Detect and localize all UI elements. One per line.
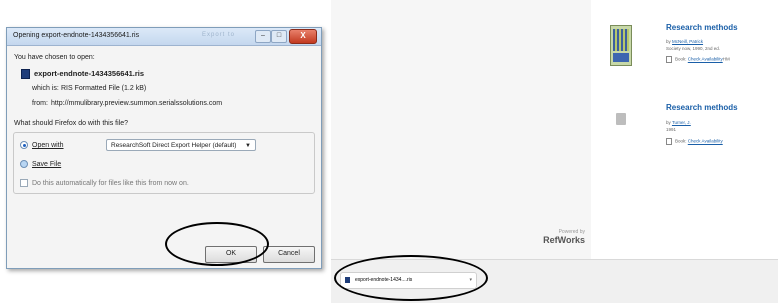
maximize-button[interactable]: □ — [271, 30, 287, 43]
question-label: What should Firefox do with this file? — [14, 120, 128, 127]
result-author-1: by McNeill, Patrick — [666, 39, 703, 44]
format-label: Book: — [675, 138, 687, 144]
format-label: Book: — [675, 56, 687, 62]
from-label: from: — [32, 100, 48, 107]
check-availability-link-1[interactable]: Check Availability — [688, 57, 723, 62]
save-file-radio[interactable] — [20, 160, 28, 168]
ris-file-icon — [345, 276, 350, 283]
download-bar: export-endnote-1434....ris ▾ — [331, 259, 778, 303]
action-group: Open with ResearchSoft Direct Export Hel… — [13, 132, 315, 194]
chosen-label: You have chosen to open: — [14, 54, 95, 61]
result-pub-1: Society now, 1990, 2nd ed. — [666, 46, 721, 51]
result-pub-2: 1991 — [666, 127, 677, 132]
which-is-value: RIS Formatted File (1.2 kB) — [61, 85, 147, 92]
close-button[interactable]: X — [289, 29, 317, 44]
dialog-titlebar[interactable]: Opening export-endnote-1434356641.ris Ex… — [7, 28, 321, 46]
generic-book-icon[interactable] — [616, 113, 626, 125]
call-number-fragment: HM — [722, 56, 730, 62]
chevron-up-icon[interactable]: ▾ — [469, 273, 472, 288]
refworks-sidebar: Powered by RefWorks — [331, 0, 591, 259]
by-label: by — [666, 120, 671, 125]
dialog-body: You have chosen to open: export-endnote-… — [7, 46, 321, 268]
check-availability-link-2[interactable]: Check Availability — [688, 139, 723, 144]
download-item[interactable]: export-endnote-1434....ris ▾ — [340, 272, 477, 289]
from-value: http://mmulibrary.preview.summon.serials… — [51, 100, 223, 107]
ris-file-icon — [21, 69, 30, 80]
download-item-name: export-endnote-1434....ris — [355, 277, 413, 283]
result-title-2[interactable]: Research methods — [666, 103, 738, 112]
open-with-app-select[interactable]: ResearchSoft Direct Export Helper (defau… — [106, 139, 256, 151]
open-with-radio[interactable] — [20, 141, 28, 149]
open-with-option[interactable]: Open with — [20, 141, 64, 149]
chevron-down-icon: ▼ — [245, 143, 251, 149]
background-window-title: Export to — [202, 32, 236, 38]
author-link-1[interactable]: McNeill, Patrick — [672, 39, 703, 44]
file-name: export-endnote-1434356641.ris — [34, 69, 145, 78]
auto-checkbox[interactable] — [20, 179, 28, 187]
save-file-label: Save File — [32, 160, 62, 168]
by-label: by — [666, 39, 671, 44]
book-icon — [666, 138, 672, 145]
refworks-logo[interactable]: RefWorks — [511, 235, 585, 245]
save-file-option[interactable]: Save File — [20, 160, 61, 168]
cancel-button[interactable]: Cancel — [263, 246, 315, 263]
open-with-label: Open with — [32, 141, 64, 149]
dialog-title: Opening export-endnote-1434356641.ris — [13, 32, 140, 39]
author-link-2[interactable]: Turner, J. — [672, 120, 691, 125]
book-cover-thumbnail[interactable] — [610, 25, 632, 66]
which-is-label: which is: — [32, 85, 59, 92]
auto-option[interactable]: Do this automatically for files like thi… — [20, 179, 189, 187]
minimize-button[interactable]: – — [255, 30, 271, 43]
result-format-1: Book: Check AvailabilityHM — [666, 56, 730, 63]
result-title-1[interactable]: Research methods — [666, 23, 738, 32]
book-icon — [666, 56, 672, 63]
result-author-2: by Turner, J. — [666, 120, 691, 125]
file-row: export-endnote-1434356641.ris — [21, 69, 145, 80]
ok-button[interactable]: OK — [205, 246, 257, 263]
open-file-dialog: Opening export-endnote-1434356641.ris Ex… — [6, 27, 322, 269]
open-with-app-value: ResearchSoft Direct Export Helper (defau… — [111, 142, 237, 149]
auto-label: Do this automatically for files like thi… — [32, 179, 189, 187]
result-format-2: Book: Check Availability — [666, 138, 723, 145]
browser-panel: Powered by RefWorks Research methods by … — [331, 0, 778, 303]
